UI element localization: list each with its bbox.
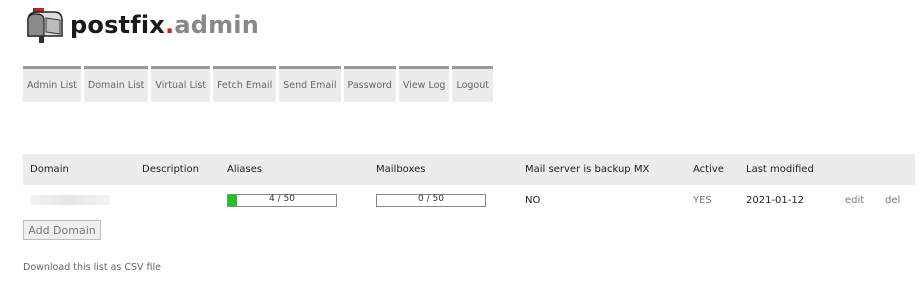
header-mailboxes: Mailboxes — [376, 164, 426, 175]
table-header: Domain Description Aliases Mailboxes Mai… — [23, 154, 915, 185]
main-menu: Admin List Domain List Virtual List Fetc… — [23, 66, 493, 102]
backup-mx-value[interactable]: NO — [525, 195, 540, 206]
mailboxes-count: 0 / 50 — [418, 193, 444, 204]
menu-send-email[interactable]: Send Email — [279, 66, 341, 102]
menu-fetch-email[interactable]: Fetch Email — [213, 66, 277, 102]
header-backup-mx: Mail server is backup MX — [525, 164, 650, 175]
active-status[interactable]: YES — [693, 195, 712, 206]
edit-link[interactable]: edit — [845, 195, 864, 206]
menu-logout[interactable]: Logout — [452, 66, 493, 102]
aliases-count: 4 / 50 — [269, 193, 295, 204]
menu-password[interactable]: Password — [343, 66, 396, 102]
menu-domain-list[interactable]: Domain List — [83, 66, 149, 102]
header-active: Active — [693, 164, 724, 175]
menu-view-log[interactable]: View Log — [398, 66, 450, 102]
aliases-progress-bar[interactable]: 4 / 50 — [227, 193, 337, 207]
last-modified-value: 2021-01-12 — [746, 194, 805, 206]
header-aliases: Aliases — [227, 164, 263, 175]
redacted-domain — [30, 194, 110, 205]
delete-link[interactable]: del — [885, 195, 900, 206]
menu-virtual-list[interactable]: Virtual List — [151, 66, 211, 102]
mailbox-icon — [27, 8, 63, 43]
menu-admin-list[interactable]: Admin List — [23, 66, 81, 102]
domain-cell[interactable] — [30, 194, 110, 206]
header-description: Description — [142, 164, 199, 175]
download-csv-link[interactable]: Download this list as CSV file — [23, 262, 161, 273]
header-domain: Domain — [30, 164, 69, 175]
domain-table: Domain Description Aliases Mailboxes Mai… — [23, 154, 915, 215]
brand-name: postfix.admin — [70, 11, 260, 39]
mailboxes-progress-bar[interactable]: 0 / 50 — [376, 193, 486, 207]
header-last-modified: Last modified — [746, 164, 814, 175]
add-domain-button[interactable]: Add Domain — [23, 220, 101, 240]
table-row: 4 / 50 0 / 50 NO YES 2021-01-12 edit del — [23, 185, 915, 215]
logo[interactable]: postfix.admin — [24, 6, 259, 44]
